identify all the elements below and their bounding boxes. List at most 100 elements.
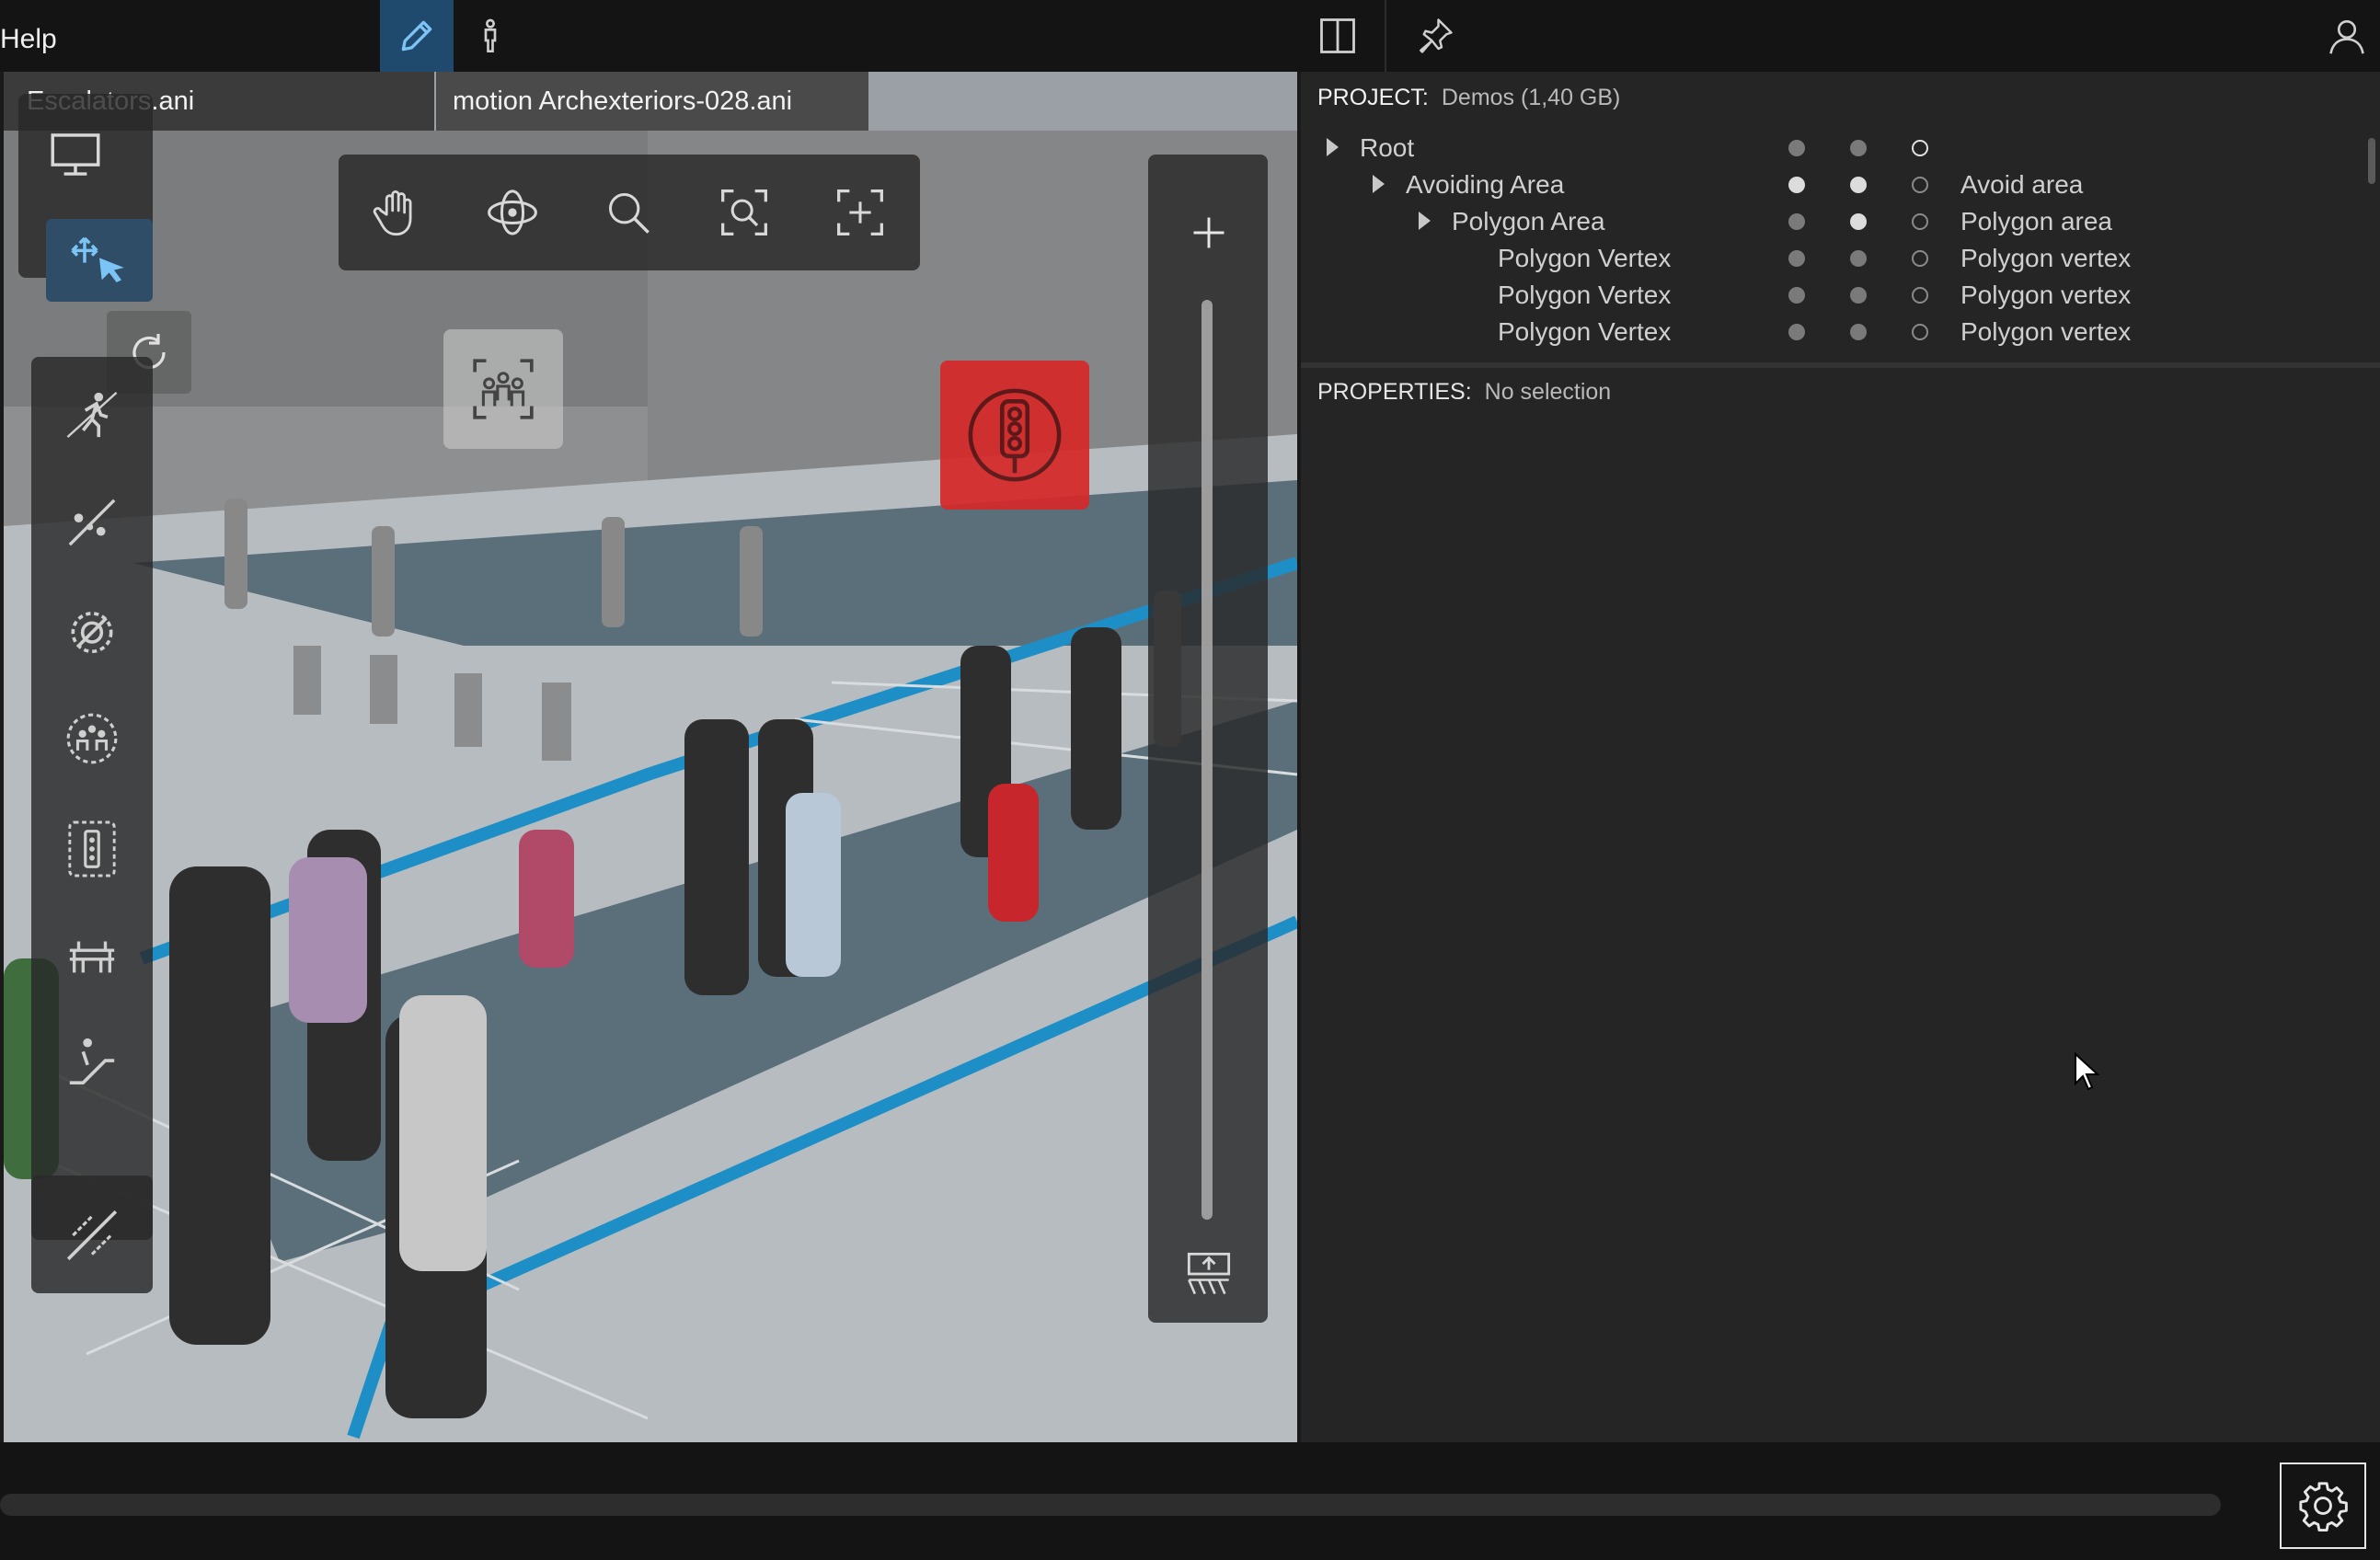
fit-view-icon bbox=[837, 189, 883, 235]
tree-item-name: Avoiding Area bbox=[1406, 170, 1565, 199]
select-dot[interactable] bbox=[1912, 250, 1928, 267]
tree-row[interactable]: Polygon Vertex Polygon vertex bbox=[1301, 276, 2359, 313]
properties-label: PROPERTIES: bbox=[1317, 379, 1472, 405]
tree-row[interactable]: Polygon Vertex Polygon vertex bbox=[1301, 239, 2359, 276]
timeline-scrollbar[interactable] bbox=[0, 1494, 2221, 1516]
tree-scrollbar[interactable] bbox=[2368, 138, 2375, 184]
people-group-icon bbox=[66, 713, 118, 764]
move-select-icon bbox=[71, 236, 124, 282]
select-dot[interactable] bbox=[1912, 140, 1928, 156]
obstacle-tool-button[interactable] bbox=[46, 481, 138, 564]
tree-item-name: Polygon Vertex bbox=[1498, 244, 1672, 272]
escalator-tool-button[interactable] bbox=[46, 1019, 138, 1102]
fit-view-button[interactable] bbox=[802, 155, 918, 270]
floor-level-icon bbox=[1187, 1252, 1231, 1295]
visibility-dot[interactable] bbox=[1788, 287, 1805, 304]
select-dot[interactable] bbox=[1912, 177, 1928, 193]
user-button[interactable] bbox=[2322, 11, 2372, 61]
orbit-button[interactable] bbox=[454, 155, 570, 270]
lock-dot[interactable] bbox=[1850, 324, 1867, 340]
avoid-area-button[interactable] bbox=[46, 589, 138, 671]
top-bar: Help bbox=[0, 0, 2380, 72]
lock-dot[interactable] bbox=[1850, 140, 1867, 156]
people-group-icon bbox=[473, 359, 534, 419]
scene-render bbox=[4, 131, 1297, 1442]
visibility-dot[interactable] bbox=[1788, 324, 1805, 340]
lock-dot[interactable] bbox=[1850, 213, 1867, 230]
escalator-icon bbox=[69, 1038, 115, 1084]
visibility-dot[interactable] bbox=[1788, 250, 1805, 267]
visibility-dot[interactable] bbox=[1788, 213, 1805, 230]
project-label: PROJECT: bbox=[1317, 85, 1429, 110]
expand-arrow-icon[interactable] bbox=[1419, 212, 1431, 230]
tree-row[interactable]: Polygon Area Polygon area bbox=[1301, 202, 2359, 239]
select-dot[interactable] bbox=[1912, 213, 1928, 230]
floor-level-button[interactable] bbox=[1163, 1233, 1255, 1315]
path-tool-button[interactable] bbox=[46, 373, 138, 456]
traffic-light-tool-button[interactable] bbox=[46, 808, 138, 890]
panel-divider[interactable] bbox=[1301, 362, 2380, 368]
traffic-light-icon bbox=[968, 388, 1062, 482]
orbit-icon bbox=[488, 189, 537, 235]
display-button[interactable] bbox=[29, 113, 121, 196]
properties-header: PROPERTIES: No selection bbox=[1317, 379, 1611, 406]
add-button[interactable] bbox=[1163, 191, 1255, 274]
traffic-light-marker[interactable] bbox=[940, 361, 1089, 510]
navigation-toolbar bbox=[339, 155, 920, 270]
project-panel: PROJECT: Demos (1,40 GB) Root Avoiding Ar… bbox=[1301, 72, 2380, 1442]
menu-help[interactable]: Help bbox=[0, 24, 57, 55]
lock-dot[interactable] bbox=[1850, 177, 1867, 193]
zoom-button[interactable] bbox=[570, 155, 686, 270]
search-icon bbox=[608, 192, 650, 234]
walker-path-icon bbox=[66, 391, 118, 439]
visibility-dot[interactable] bbox=[1788, 177, 1805, 193]
crowd-spawn-marker[interactable] bbox=[443, 329, 563, 449]
gear-icon bbox=[2299, 1482, 2348, 1532]
plus-icon bbox=[1193, 217, 1224, 248]
tree-item-name: Root bbox=[1360, 133, 1415, 162]
split-panel-button[interactable] bbox=[1313, 11, 1362, 61]
expand-arrow-icon[interactable] bbox=[1327, 138, 1339, 156]
lock-dot[interactable] bbox=[1850, 250, 1867, 267]
furniture-tool-button[interactable] bbox=[46, 913, 138, 996]
tree-row[interactable]: Avoiding Area Avoid area bbox=[1301, 166, 2359, 202]
pin-icon bbox=[1420, 18, 1453, 53]
tree-item-name: Polygon Area bbox=[1452, 207, 1605, 235]
settings-button[interactable] bbox=[2280, 1462, 2366, 1549]
lock-dot[interactable] bbox=[1850, 287, 1867, 304]
group-tool-button[interactable] bbox=[46, 697, 138, 780]
height-slider[interactable] bbox=[1201, 300, 1213, 1220]
tree-item-name: Polygon Vertex bbox=[1498, 317, 1672, 346]
zoom-region-icon bbox=[721, 189, 767, 235]
tree-item-type: Avoid area bbox=[1960, 170, 2084, 199]
tree-row[interactable]: Polygon Vertex Polygon vertex bbox=[1301, 313, 2359, 350]
visibility-dot[interactable] bbox=[1788, 140, 1805, 156]
tree-row[interactable]: Root bbox=[1301, 129, 2359, 166]
path-edit-button[interactable] bbox=[46, 1194, 138, 1277]
project-header: PROJECT: Demos (1,40 GB) bbox=[1317, 85, 1620, 111]
tree-item-name: Polygon Vertex bbox=[1498, 281, 1672, 309]
tab-archexteriors[interactable]: motion Archexteriors-028.ani bbox=[436, 72, 868, 131]
select-dot[interactable] bbox=[1912, 324, 1928, 340]
select-move-button[interactable] bbox=[46, 219, 153, 302]
mouse-cursor-icon bbox=[2075, 1052, 2099, 1091]
expand-arrow-icon[interactable] bbox=[1373, 175, 1385, 193]
bench-icon bbox=[69, 941, 115, 973]
edit-mode-button[interactable] bbox=[380, 0, 454, 72]
project-value: Demos (1,40 GB) bbox=[1441, 85, 1621, 110]
user-icon bbox=[2329, 19, 2364, 54]
toolbar-separator bbox=[1385, 0, 1386, 72]
tree-item-type: Polygon vertex bbox=[1960, 317, 2132, 346]
pan-button[interactable] bbox=[339, 155, 454, 270]
select-dot[interactable] bbox=[1912, 287, 1928, 304]
tree-item-type: Polygon vertex bbox=[1960, 281, 2132, 309]
zoom-region-button[interactable] bbox=[686, 155, 802, 270]
tree-item-type: Polygon area bbox=[1960, 207, 2113, 235]
multi-path-icon bbox=[66, 1210, 118, 1261]
pin-button[interactable] bbox=[1410, 11, 1460, 61]
person-mode-button[interactable] bbox=[454, 0, 527, 72]
3d-viewport[interactable]: Escalators.ani motion Archexteriors-028.… bbox=[4, 72, 1297, 1442]
pencil-icon bbox=[401, 20, 432, 52]
avoid-area-icon bbox=[71, 612, 113, 654]
tree-item-type: Polygon vertex bbox=[1960, 244, 2132, 272]
